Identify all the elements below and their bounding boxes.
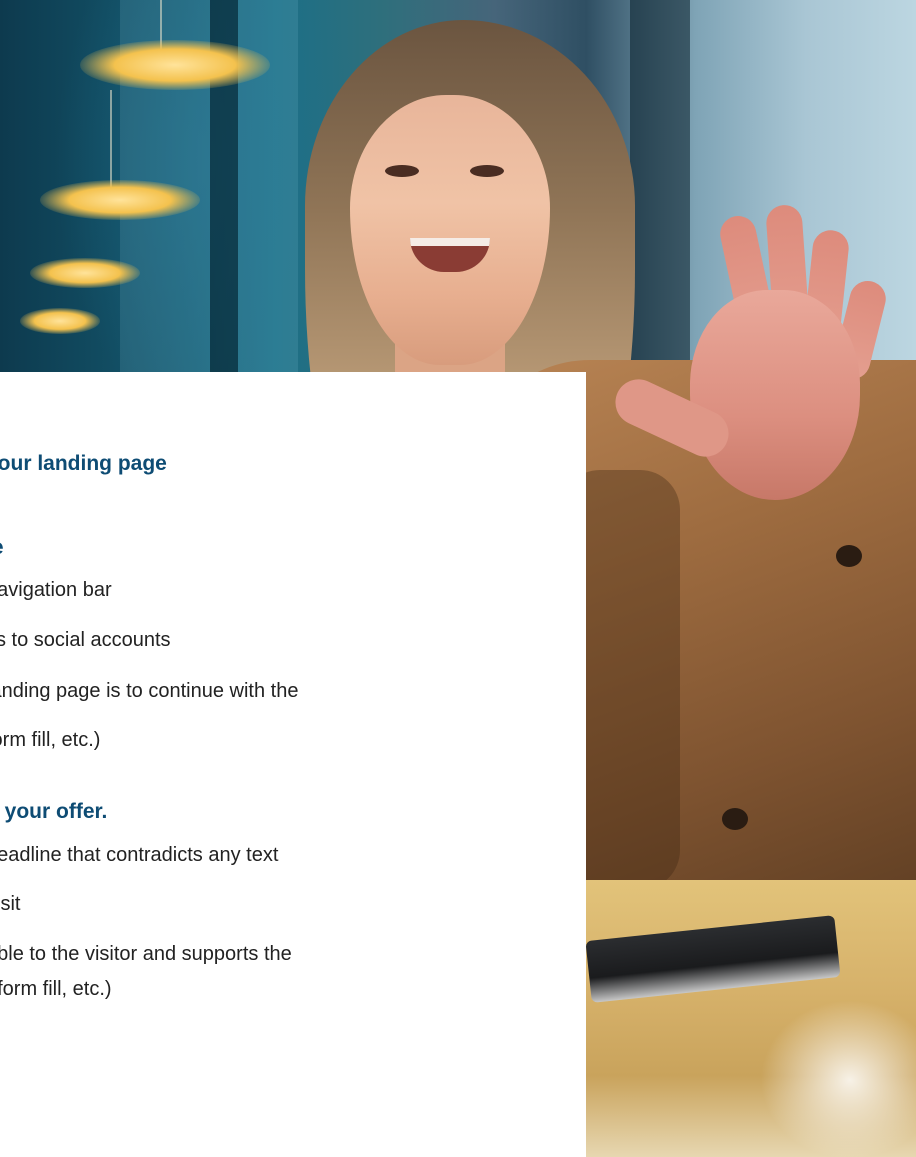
section-heading-2: d your offer. [0,800,108,823]
section-2-line-2: visit [0,893,21,915]
woman-face [350,95,550,365]
text-card: your landing page le navigation bar ks t… [0,372,586,1157]
card-title: your landing page [0,452,167,475]
pendant-lamp-2 [40,180,200,220]
section-1-line-3: landing page is to continue with the [0,680,299,702]
pendant-lamp-4 [20,308,100,334]
lamp-cord-2 [110,90,112,190]
woman-left-eye [385,165,419,177]
landing-page-tips-panel: your landing page le navigation bar ks t… [0,0,916,1157]
pendant-lamp-3 [30,258,140,288]
section-2-line-4: , form fill, etc.) [0,978,112,1000]
pendant-lamp-1 [80,40,270,90]
woman-right-eye [470,165,504,177]
section-2-line-3: able to the visitor and supports the [0,943,292,965]
section-1-line-2: ks to social accounts [0,629,171,651]
jacket-button-2 [722,808,748,830]
section-2-line-1: headline that contradicts any text [0,844,279,866]
section-1-line-1: navigation bar [0,579,112,601]
section-1-line-4: form fill, etc.) [0,729,101,751]
section-heading-1: le [0,536,4,560]
jacket-button-1 [836,545,862,567]
raised-hand [690,290,860,500]
